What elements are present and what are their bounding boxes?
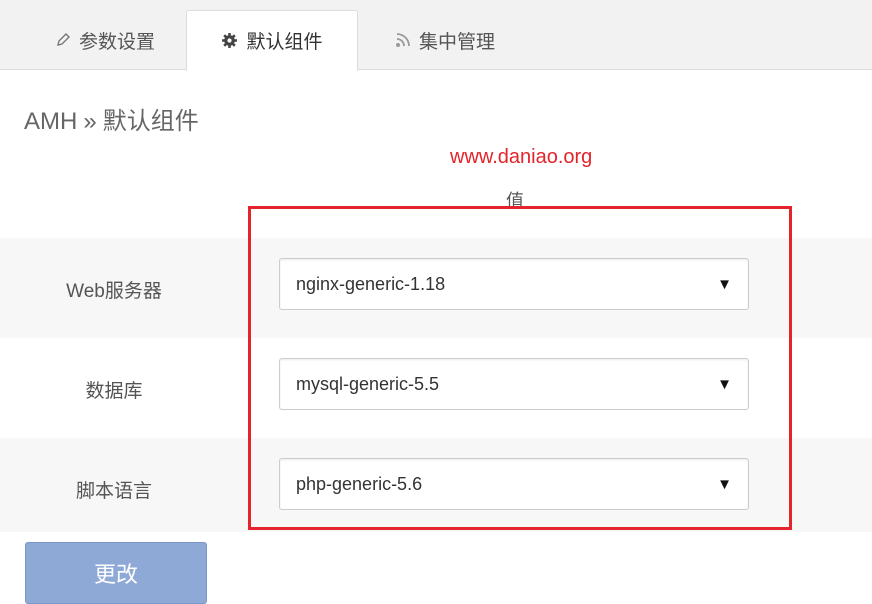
script-language-select-value: php-generic-5.6 [296, 473, 423, 494]
breadcrumb-root[interactable]: AMH [24, 108, 77, 135]
breadcrumb-current: 默认组件 [102, 108, 199, 135]
web-server-select[interactable]: nginx-generic-1.18 ▼ [279, 258, 749, 310]
tab-params-label: 参数设置 [78, 31, 155, 53]
web-server-select-value: nginx-generic-1.18 [296, 273, 446, 294]
table-row: 脚本语言 php-generic-5.6 ▼ [0, 438, 872, 532]
rss-icon [395, 32, 411, 48]
value-column-header: 值 [506, 191, 524, 211]
table-header-row: 值 [0, 155, 872, 238]
watermark-text: www.daniao.org [450, 146, 593, 168]
breadcrumb-separator: » [83, 108, 97, 135]
breadcrumb: AMH» 默认组件 [24, 101, 199, 136]
database-select-value: mysql-generic-5.5 [296, 373, 440, 394]
tab-bar: 参数设置 默认组件 集中管理 [0, 0, 872, 71]
pencil-icon [55, 32, 71, 48]
chevron-down-icon: ▼ [717, 276, 732, 293]
chevron-down-icon: ▼ [717, 376, 732, 393]
tab-default-components-label: 默认组件 [246, 32, 323, 53]
row-label-database: 数据库 [85, 381, 143, 402]
database-select[interactable]: mysql-generic-5.5 ▼ [279, 358, 749, 410]
script-language-select[interactable]: php-generic-5.6 ▼ [279, 458, 749, 510]
tab-central-management-label: 集中管理 [418, 31, 495, 53]
submit-button[interactable]: 更改 [25, 542, 207, 604]
chevron-down-icon: ▼ [717, 476, 732, 493]
tab-params[interactable]: 参数设置 [30, 10, 180, 70]
row-label-web-server: Web服务器 [66, 281, 162, 302]
table-row: 数据库 mysql-generic-5.5 ▼ [0, 338, 872, 438]
tab-central-management[interactable]: 集中管理 [370, 10, 520, 70]
gear-icon [221, 32, 238, 49]
row-label-script-language: 脚本语言 [75, 481, 152, 502]
table-row: Web服务器 nginx-generic-1.18 ▼ [0, 238, 872, 338]
tab-default-components[interactable]: 默认组件 [186, 10, 358, 71]
